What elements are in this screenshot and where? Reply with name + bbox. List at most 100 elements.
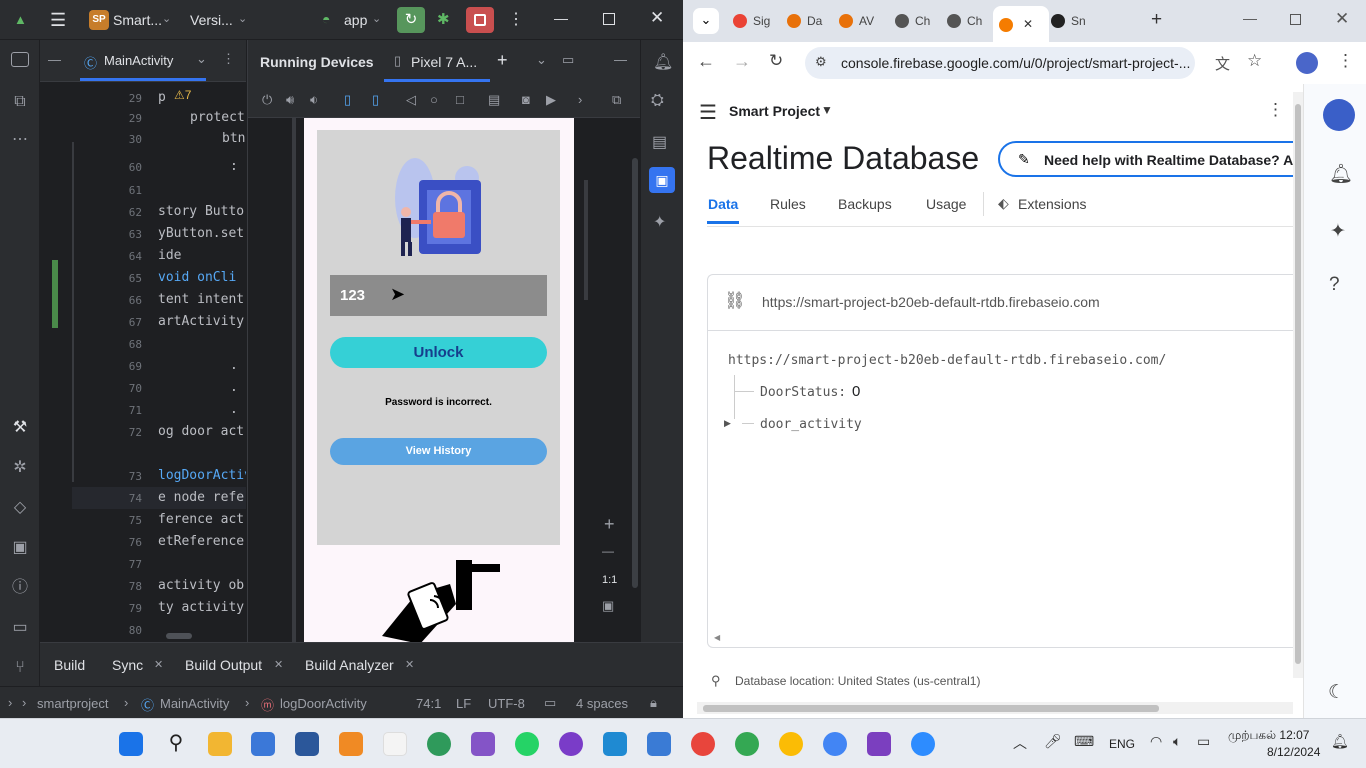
profile-avatar[interactable]: [1296, 52, 1318, 74]
tab-backups[interactable]: Backups: [838, 196, 892, 212]
tab-data[interactable]: Data: [708, 196, 738, 212]
build-hammer-icon[interactable]: ⚒: [10, 418, 30, 438]
chevron-down-icon[interactable]: ⌄: [536, 52, 547, 68]
running-devices-icon[interactable]: ▣: [649, 167, 675, 193]
tab-sync[interactable]: Sync: [112, 657, 143, 673]
warning-count[interactable]: ⚠7: [174, 88, 191, 102]
code-line[interactable]: yButton.set: [158, 226, 244, 241]
help-icon[interactable]: ?: [1329, 274, 1340, 296]
notifications-icon[interactable]: 🔔︎: [1329, 162, 1353, 186]
microphone-icon[interactable]: 🎤︎: [1044, 733, 1062, 750]
android-studio-icon[interactable]: [647, 732, 671, 756]
user-avatar[interactable]: [1323, 99, 1355, 131]
project-folder-icon[interactable]: [11, 52, 29, 67]
chrome-profile-icon[interactable]: [823, 732, 847, 756]
code-editor[interactable]: ⚠7 29 p 29 protect 30 btn 60: 61 62 story Butto 63…: [40, 82, 246, 642]
zoom-actual-button[interactable]: 1:1: [602, 574, 617, 586]
volume-icon[interactable]: 🔈︎: [1173, 733, 1181, 750]
chevron-up-icon[interactable]: ︿: [1013, 733, 1027, 753]
tab-rules[interactable]: Rules: [770, 196, 806, 212]
whatsapp-icon[interactable]: [515, 732, 539, 756]
tab-usage[interactable]: Usage: [926, 196, 966, 212]
translate-icon[interactable]: 文: [1215, 53, 1230, 74]
stop-button[interactable]: [466, 7, 494, 33]
code-line[interactable]: .: [230, 402, 238, 417]
tab-build-output[interactable]: Build Output: [185, 657, 262, 673]
code-line[interactable]: btn: [222, 131, 245, 146]
chrome-menu-icon[interactable]: ⋮: [1337, 51, 1354, 71]
clock-date[interactable]: 8/12/2024: [1267, 745, 1320, 759]
breadcrumb-class[interactable]: MainActivity: [160, 696, 229, 711]
notification-center-icon[interactable]: 🔔︎: [1331, 733, 1349, 750]
chrome-icon[interactable]: [691, 732, 715, 756]
browser-tab[interactable]: Sig: [727, 8, 777, 34]
code-line[interactable]: tent intent: [158, 292, 244, 307]
project-selector[interactable]: Smart...: [113, 12, 162, 28]
dark-mode-icon[interactable]: ☾: [1328, 681, 1345, 704]
window-layout-icon[interactable]: ▭: [562, 52, 574, 68]
node-doorstatus-value[interactable]: 0: [852, 383, 860, 400]
mirror-icon[interactable]: ⧉: [612, 92, 621, 108]
tab-build[interactable]: Build: [54, 657, 85, 673]
close-icon[interactable]: ✕: [154, 658, 163, 671]
device-file-icon[interactable]: ▤: [652, 132, 667, 152]
browser-tab[interactable]: ✕: [993, 6, 1049, 42]
keyboard-icon[interactable]: ⌨: [1074, 733, 1094, 750]
breadcrumb-method[interactable]: logDoorActivity: [280, 696, 367, 711]
zoom-icon[interactable]: [911, 732, 935, 756]
code-line[interactable]: artActivity: [158, 314, 244, 329]
readonly-toggle-icon[interactable]: ▭: [544, 695, 556, 711]
horizontal-scrollbar[interactable]: [697, 702, 1293, 714]
mongodb-icon[interactable]: [427, 732, 451, 756]
collapse-icon[interactable]: —: [48, 52, 61, 67]
store-icon[interactable]: [251, 732, 275, 756]
close-icon[interactable]: ✕: [1023, 17, 1033, 31]
home-icon[interactable]: ○: [430, 92, 438, 107]
close-icon[interactable]: ✕: [405, 658, 414, 671]
gem-icon[interactable]: ◇: [10, 498, 30, 518]
database-url[interactable]: https://smart-project-b20eb-default-rtdb…: [762, 294, 1100, 310]
language-indicator[interactable]: ENG: [1109, 737, 1135, 751]
minimize-icon[interactable]: —: [554, 10, 568, 26]
more-options-icon[interactable]: ⋮: [222, 51, 235, 67]
code-line[interactable]: logDoorActiv: [158, 468, 246, 483]
screenshot-icon[interactable]: ◙: [522, 92, 530, 107]
volume-down-icon[interactable]: 🔉︎: [310, 92, 318, 108]
project-selector[interactable]: Smart Project: [729, 103, 820, 119]
tab-pixel-7[interactable]: Pixel 7 A...: [411, 54, 477, 70]
caret-position[interactable]: 74:1: [416, 696, 441, 711]
notifications-icon[interactable]: 🔔︎: [653, 52, 673, 72]
overview-icon[interactable]: □: [456, 92, 464, 107]
reload-icon[interactable]: ↻: [769, 51, 783, 71]
code-line[interactable]: activity ob: [158, 578, 244, 593]
word-icon[interactable]: [295, 732, 319, 756]
app-icon[interactable]: [383, 732, 407, 756]
help-button[interactable]: ✎ Need help with Realtime Database? As: [998, 141, 1303, 177]
panel-scrollbar[interactable]: [632, 158, 638, 588]
tab-search-icon[interactable]: ⌄: [693, 8, 719, 34]
more-vert-icon[interactable]: ⋮: [1267, 100, 1284, 120]
minimize-icon[interactable]: —: [1243, 10, 1257, 26]
unlock-button[interactable]: Unlock: [330, 337, 547, 368]
volume-up-icon[interactable]: 🔊︎: [286, 92, 294, 108]
close-icon[interactable]: ✕: [274, 658, 283, 671]
maximize-icon[interactable]: [1290, 14, 1301, 25]
line-separator[interactable]: LF: [456, 696, 471, 711]
structure-icon[interactable]: ⧉: [10, 92, 30, 112]
visual-studio-icon[interactable]: [471, 732, 495, 756]
bookmark-star-icon[interactable]: ☆: [1247, 51, 1262, 71]
new-tab-icon[interactable]: +: [1151, 9, 1162, 31]
chrome-profile-icon[interactable]: [735, 732, 759, 756]
vlc-icon[interactable]: [339, 732, 363, 756]
code-line[interactable]: .: [230, 358, 238, 373]
code-line[interactable]: etReference: [158, 534, 244, 549]
gemini-icon[interactable]: ✦: [1330, 220, 1346, 243]
clipchamp-icon[interactable]: [867, 732, 891, 756]
code-line[interactable]: og door act: [158, 424, 244, 439]
splitter[interactable]: [584, 180, 588, 300]
splitter[interactable]: [292, 118, 296, 642]
tab-mainactivity[interactable]: MainActivity: [104, 53, 173, 68]
hide-panel-icon[interactable]: —: [614, 52, 627, 67]
tab-extensions[interactable]: Extensions: [1018, 196, 1086, 212]
start-icon[interactable]: [119, 732, 143, 756]
